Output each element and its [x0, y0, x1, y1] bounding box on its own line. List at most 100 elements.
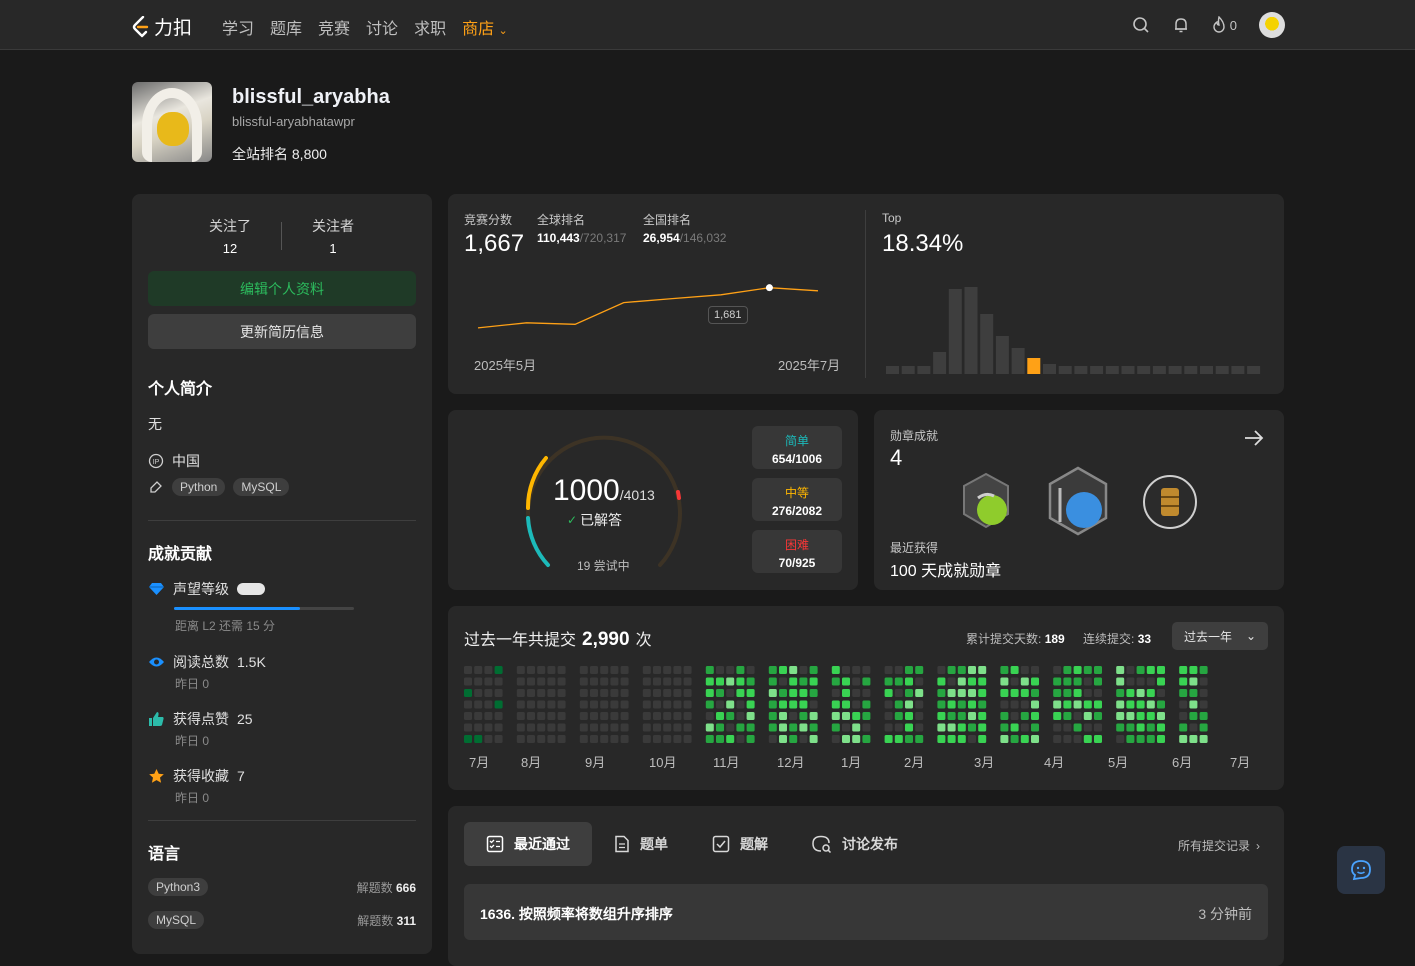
heatmap-cell[interactable]	[642, 712, 651, 720]
heatmap-cell[interactable]	[1000, 700, 1009, 709]
heatmap-cell[interactable]	[1146, 735, 1155, 743]
heatmap-cell[interactable]	[1189, 700, 1198, 709]
heatmap-cell[interactable]	[915, 689, 924, 697]
heatmap-cell[interactable]	[884, 735, 893, 743]
heatmap-cell[interactable]	[768, 666, 777, 674]
heatmap-cell[interactable]	[1053, 735, 1062, 743]
heatmap-cell[interactable]	[494, 689, 503, 697]
heatmap-cell[interactable]	[978, 735, 987, 743]
heatmap-cell[interactable]	[653, 723, 661, 732]
heatmap-cell[interactable]	[1063, 723, 1072, 732]
heatmap-cell[interactable]	[1136, 677, 1145, 686]
heatmap-cell[interactable]	[905, 689, 913, 697]
heatmap-cell[interactable]	[663, 689, 672, 697]
heatmap-cell[interactable]	[768, 735, 777, 743]
heatmap-cell[interactable]	[579, 666, 588, 674]
heatmap-cell[interactable]	[1179, 677, 1188, 686]
heatmap-cell[interactable]	[484, 700, 493, 709]
heatmap-cell[interactable]	[1010, 700, 1019, 709]
heatmap-cell[interactable]	[1126, 677, 1135, 686]
nav-contest[interactable]: 竞赛	[318, 15, 350, 39]
heatmap-cell[interactable]	[547, 723, 556, 732]
heatmap-cell[interactable]	[683, 677, 692, 686]
heatmap-cell[interactable]	[1000, 666, 1009, 674]
heatmap-cell[interactable]	[809, 689, 818, 697]
heatmap-cell[interactable]	[842, 700, 850, 709]
tab-problem-lists[interactable]: 题单	[592, 822, 690, 866]
heatmap-cell[interactable]	[862, 666, 871, 674]
heatmap-cell[interactable]	[1157, 666, 1165, 674]
heatmap-cell[interactable]	[937, 689, 946, 697]
heatmap-cell[interactable]	[1031, 666, 1039, 674]
heatmap-cell[interactable]	[527, 700, 535, 709]
heatmap-cell[interactable]	[905, 666, 913, 674]
heatmap-cell[interactable]	[1010, 677, 1019, 686]
heatmap-cell[interactable]	[809, 677, 818, 686]
heatmap-cell[interactable]	[726, 712, 735, 720]
heatmap-cell[interactable]	[884, 666, 893, 674]
heatmap-cell[interactable]	[852, 735, 861, 743]
heatmap-cell[interactable]	[915, 666, 924, 674]
followers-stat[interactable]: 关注者 1	[293, 216, 373, 256]
heatmap-cell[interactable]	[809, 700, 818, 709]
heatmap-cell[interactable]	[705, 666, 714, 674]
heatmap-cell[interactable]	[736, 723, 745, 732]
heatmap-cell[interactable]	[1094, 712, 1102, 720]
heatmap-cell[interactable]	[1136, 712, 1145, 720]
heatmap-cell[interactable]	[1146, 723, 1155, 732]
heatmap-cell[interactable]	[789, 712, 798, 720]
heatmap-cell[interactable]	[915, 735, 924, 743]
heatmap-cell[interactable]	[1094, 677, 1102, 686]
heatmap-cell[interactable]	[642, 700, 651, 709]
heatmap-cell[interactable]	[516, 712, 525, 720]
heatmap-cell[interactable]	[1146, 700, 1155, 709]
heatmap-cell[interactable]	[537, 735, 546, 743]
heatmap-cell[interactable]	[905, 723, 913, 732]
heatmap-cell[interactable]	[1073, 677, 1082, 686]
nav-learn[interactable]: 学习	[222, 15, 254, 39]
heatmap-cell[interactable]	[557, 666, 566, 674]
heatmap-cell[interactable]	[1010, 689, 1019, 697]
heatmap-cell[interactable]	[1189, 712, 1198, 720]
heatmap-cell[interactable]	[600, 712, 609, 720]
heatmap-cell[interactable]	[1136, 666, 1145, 674]
heatmap-cell[interactable]	[716, 666, 724, 674]
heatmap-cell[interactable]	[484, 723, 493, 732]
heatmap-cell[interactable]	[547, 677, 556, 686]
heatmap-cell[interactable]	[852, 700, 861, 709]
easy-box[interactable]: 简单 654/1006	[752, 426, 842, 469]
heatmap-cell[interactable]	[1073, 735, 1082, 743]
tab-discussions[interactable]: 讨论发布	[790, 822, 920, 866]
heatmap-cell[interactable]	[620, 677, 629, 686]
heatmap-cell[interactable]	[1053, 712, 1062, 720]
heatmap-cell[interactable]	[1020, 700, 1029, 709]
heatmap-cell[interactable]	[768, 700, 777, 709]
heatmap-cell[interactable]	[736, 735, 745, 743]
heatmap-cell[interactable]	[779, 735, 787, 743]
heatmap-cell[interactable]	[579, 689, 588, 697]
heatmap-cell[interactable]	[653, 735, 661, 743]
heatmap-cell[interactable]	[957, 700, 966, 709]
heatmap-cell[interactable]	[1126, 735, 1135, 743]
heatmap-cell[interactable]	[484, 689, 493, 697]
heatmap-cell[interactable]	[653, 666, 661, 674]
heatmap-cell[interactable]	[937, 712, 946, 720]
heatmap-cell[interactable]	[716, 700, 724, 709]
heatmap-cell[interactable]	[852, 689, 861, 697]
heatmap-cell[interactable]	[1020, 677, 1029, 686]
heatmap-cell[interactable]	[809, 666, 818, 674]
heatmap-cell[interactable]	[579, 700, 588, 709]
heatmap-cell[interactable]	[746, 677, 755, 686]
heatmap-cell[interactable]	[1031, 689, 1039, 697]
heatmap-cell[interactable]	[862, 700, 871, 709]
heatmap-cell[interactable]	[809, 723, 818, 732]
heatmap-cell[interactable]	[705, 735, 714, 743]
heatmap-cell[interactable]	[968, 666, 976, 674]
heatmap-cell[interactable]	[516, 677, 525, 686]
heatmap-cell[interactable]	[1189, 677, 1198, 686]
heatmap-cell[interactable]	[547, 700, 556, 709]
heatmap-cell[interactable]	[1157, 689, 1165, 697]
heatmap-cell[interactable]	[600, 677, 609, 686]
heatmap-cell[interactable]	[663, 723, 672, 732]
tab-recent-ac[interactable]: 最近通过	[464, 822, 592, 866]
